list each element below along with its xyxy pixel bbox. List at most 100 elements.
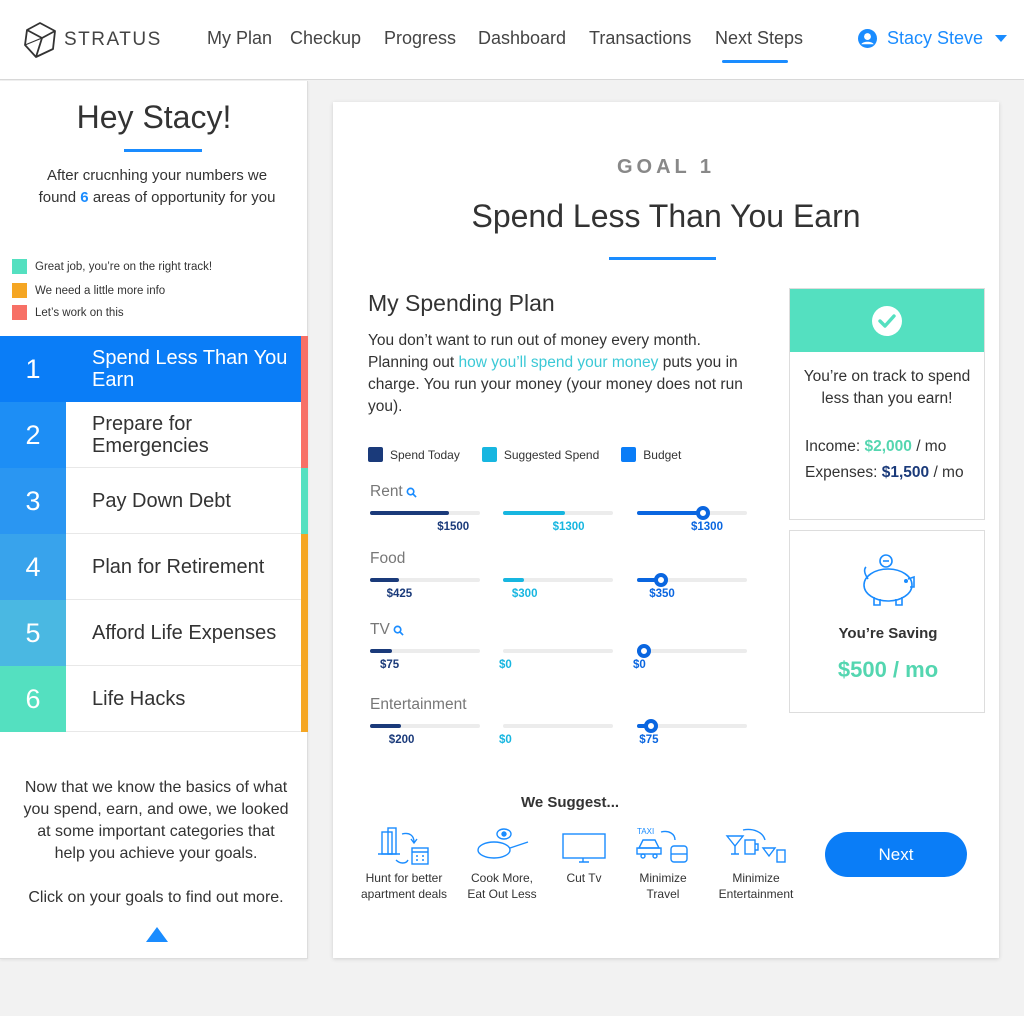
suggestion-entertainment[interactable]: Minimize Entertainment	[713, 826, 799, 902]
suggestion-label: Minimize	[639, 871, 687, 885]
budget-value: $350	[649, 588, 675, 600]
apartment-buildings-icon	[378, 827, 429, 865]
budget-value: $0	[633, 659, 646, 671]
goal-number: 4	[0, 534, 66, 600]
budget-value: $1300	[691, 521, 723, 533]
goal-status-bar	[301, 402, 308, 468]
spend-today-bar	[370, 649, 480, 653]
category-name: Rent	[370, 483, 403, 500]
goal-number: 6	[0, 666, 66, 732]
budget-slider-handle[interactable]	[696, 506, 710, 520]
intro-text: After crucnhing your numbers we found 6 …	[30, 165, 284, 209]
income-value: $2,000	[864, 438, 912, 455]
goal-item-4[interactable]: 4 Plan for Retirement	[0, 534, 308, 600]
spend-today-value: $425	[386, 588, 413, 600]
suggested-spend-fill	[503, 578, 524, 582]
nav-next-steps[interactable]: Next Steps	[715, 28, 803, 49]
goal-label: Prepare for Emergencies	[66, 402, 301, 468]
search-icon[interactable]	[393, 625, 404, 636]
nav-transactions[interactable]: Transactions	[589, 28, 691, 49]
expenses-value: $1,500	[881, 464, 930, 481]
expenses-label: Expenses:	[805, 464, 878, 481]
suggested-spend-value: $300	[511, 588, 538, 600]
budget-slider-handle[interactable]	[636, 644, 651, 658]
suggested-spend-bar	[503, 649, 613, 653]
budget-slider[interactable]	[636, 644, 747, 658]
expenses-line: Expenses: $1,500 / mo	[790, 464, 984, 482]
intro-after: areas of opportunity for you	[92, 189, 276, 206]
suggested-spend-bar	[503, 578, 613, 582]
category-label: Entertainment	[370, 696, 467, 714]
nav-progress[interactable]: Progress	[384, 28, 456, 49]
plan-title: My Spending Plan	[368, 290, 555, 316]
category-label[interactable]: TV	[370, 621, 404, 639]
user-avatar-icon	[858, 29, 877, 48]
goal-label: Pay Down Debt	[66, 468, 301, 534]
goal-title: Spend Less Than You Earn	[471, 198, 861, 234]
suggestion-apartment[interactable]: Hunt for better apartment deals	[359, 826, 449, 902]
income-line: Income: $2,000 / mo	[790, 438, 984, 456]
income-label: Income:	[805, 438, 861, 455]
goal-status-bar	[301, 666, 308, 732]
category-label[interactable]: Rent	[370, 483, 417, 501]
goal-item-1[interactable]: 1 Spend Less Than You Earn	[0, 336, 308, 402]
legend-work-on: Let’s work on this	[12, 305, 124, 320]
checkmark-circle-icon	[872, 305, 902, 336]
logo[interactable]: STRATUS	[22, 20, 162, 60]
budget-value: $75	[639, 734, 659, 746]
piggy-bank-icon	[863, 554, 915, 606]
goal-number: 2	[0, 402, 66, 468]
next-button[interactable]: Next	[825, 832, 967, 877]
budget-slider[interactable]	[637, 506, 747, 520]
goal-status-bar	[301, 600, 308, 666]
goal-number: 1	[0, 336, 66, 402]
legend-swatch-orange	[12, 283, 27, 298]
goal-item-2[interactable]: 2 Prepare for Emergencies	[0, 402, 308, 468]
nav-dashboard[interactable]: Dashboard	[478, 28, 566, 49]
budget-slider-handle[interactable]	[644, 719, 659, 733]
budget-slider[interactable]	[637, 573, 747, 587]
suggestion-label: Cook More,	[470, 871, 534, 885]
nav-checkup[interactable]: Checkup	[290, 28, 361, 49]
taxi-train-icon: TAXI	[636, 827, 688, 863]
goal-label: Life Hacks	[66, 666, 301, 732]
suggestion-travel[interactable]: TAXI Minimize Travel	[632, 826, 694, 902]
goal-label: Plan for Retirement	[66, 534, 301, 600]
legend-label: We need a little more info	[35, 284, 166, 297]
plan-desc-link[interactable]: how you’ll spend your money	[459, 354, 659, 371]
budget-fill	[637, 511, 703, 515]
budget-slider-handle[interactable]	[654, 573, 669, 587]
goal-item-5[interactable]: 5 Afford Life Expenses	[0, 600, 308, 666]
nav-my-plan[interactable]: My Plan	[207, 28, 272, 49]
television-icon	[562, 833, 606, 863]
spend-today-bar	[370, 578, 480, 582]
spend-today-bar	[370, 724, 480, 728]
spend-today-value: $200	[388, 734, 415, 746]
footer-paragraph: Now that we know the basics of what you …	[23, 779, 289, 862]
goal-status-bar	[301, 336, 308, 402]
status-header	[790, 289, 984, 352]
scroll-up-icon[interactable]	[146, 927, 168, 942]
suggestion-label: Travel	[646, 887, 680, 901]
footer-hint: Click on your goals to find out more.	[28, 889, 284, 906]
per-month: / mo	[933, 464, 964, 481]
chevron-down-icon	[995, 35, 1008, 42]
goal-item-6[interactable]: 6 Life Hacks	[0, 666, 308, 732]
legend-swatch-green	[12, 259, 27, 274]
category-name: Food	[370, 550, 406, 567]
search-icon[interactable]	[406, 487, 417, 498]
legend-spend-today: Spend Today	[368, 447, 460, 462]
status-card: You’re on track to spend less than you e…	[789, 288, 985, 520]
budget-slider[interactable]	[637, 719, 747, 733]
user-menu[interactable]: Stacy Steve	[858, 28, 1008, 49]
legend-swatch-red	[12, 305, 27, 320]
goals-sidebar: Hey Stacy! After crucnhing your numbers …	[0, 81, 308, 959]
goal-item-3[interactable]: 3 Pay Down Debt	[0, 468, 308, 534]
legend-swatch	[368, 447, 383, 462]
per-month: / mo	[916, 438, 947, 455]
legend-label: Let’s work on this	[35, 306, 124, 319]
goal-number: 3	[0, 468, 66, 534]
suggestion-cut-tv[interactable]: Cut Tv	[557, 826, 611, 886]
category-name: Entertainment	[370, 696, 467, 713]
suggestion-cook-more[interactable]: Cook More, Eat Out Less	[462, 826, 542, 902]
